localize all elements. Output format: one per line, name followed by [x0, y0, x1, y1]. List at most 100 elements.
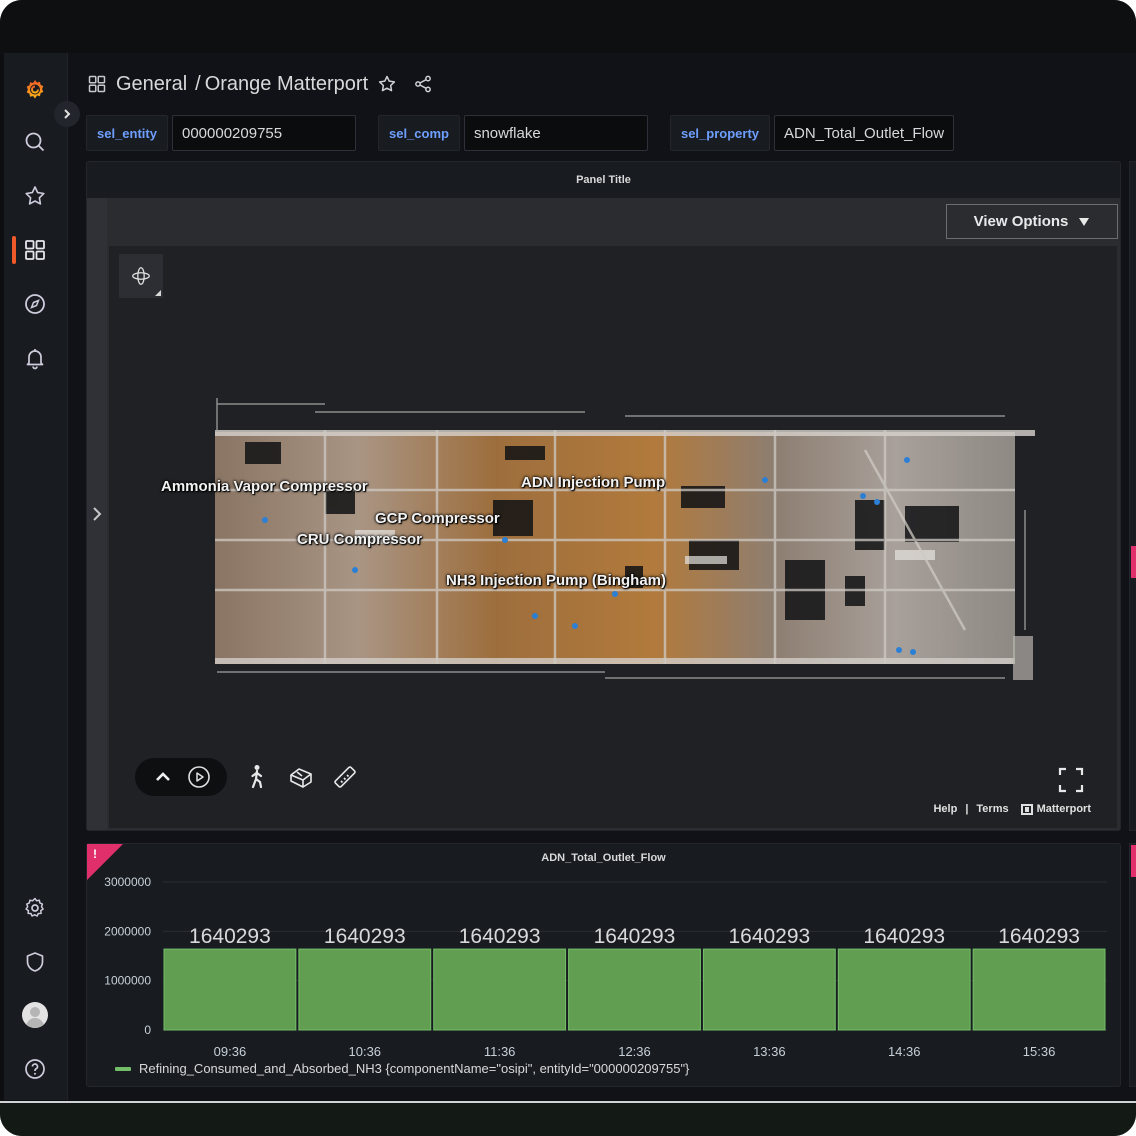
- viewer-controls: [135, 758, 359, 796]
- chevron-right-icon: [61, 108, 73, 120]
- bar-value-label: 1640293: [863, 925, 945, 948]
- 3d-view[interactable]: Ammonia Vapor Compressor ADN Injection P…: [109, 246, 1117, 828]
- var-label-entity: sel_entity: [86, 115, 168, 151]
- bell-icon: [23, 346, 47, 370]
- help-link[interactable]: Help: [933, 803, 957, 815]
- share-icon: [413, 74, 433, 94]
- dashboards-grid-icon: [23, 238, 47, 262]
- tour-controls: [135, 758, 227, 796]
- mattertag-label[interactable]: NH3 Injection Pump (Bingham): [446, 572, 666, 589]
- dollhouse-view-button[interactable]: [287, 763, 315, 791]
- sidebar-item-dashboards[interactable]: [18, 233, 52, 267]
- panel-title[interactable]: Panel Title: [87, 162, 1120, 198]
- star-icon: [377, 74, 397, 94]
- bar: [973, 949, 1105, 1030]
- dashboard-title[interactable]: Orange Matterport: [205, 73, 368, 96]
- view-options-button[interactable]: View Options: [946, 204, 1118, 239]
- adjacent-panel-edge: [1129, 843, 1136, 1087]
- bar: [569, 949, 701, 1030]
- x-tick-label: 10:36: [349, 1044, 382, 1059]
- matterport-logo-icon: [1021, 804, 1033, 815]
- property-select[interactable]: ADN_Total_Outlet_Flow: [774, 115, 954, 151]
- view-options-label: View Options: [974, 213, 1069, 230]
- adjacent-panel-edge: [1129, 161, 1136, 831]
- expand-controls-button[interactable]: [149, 763, 177, 791]
- mattertag-label[interactable]: GCP Compressor: [375, 510, 500, 527]
- var-label-comp: sel_comp: [378, 115, 460, 151]
- bar-chart-panel: ! ADN_Total_Outlet_Flow 0100000020000003…: [86, 843, 1121, 1087]
- var-label-property: sel_property: [670, 115, 770, 151]
- bar-value-label: 1640293: [998, 925, 1080, 948]
- sidebar-item-help[interactable]: [18, 1052, 52, 1086]
- matterport-brand-link[interactable]: Matterport: [1021, 803, 1091, 815]
- bar-chart: 0100000020000003000000164029309:36164029…: [87, 874, 1120, 1064]
- bar-value-label: 1640293: [728, 925, 810, 948]
- user-avatar[interactable]: [22, 1002, 48, 1028]
- x-tick-label: 09:36: [214, 1044, 247, 1059]
- fullscreen-icon[interactable]: [1057, 766, 1085, 794]
- matterport-brand-label: Matterport: [1037, 803, 1091, 815]
- bar: [164, 949, 296, 1030]
- adjacent-panel-error-corner: [1131, 845, 1136, 877]
- matterport-footer: Help | Terms Matterport: [933, 803, 1091, 815]
- x-tick-label: 14:36: [888, 1044, 921, 1059]
- grafana-app: General / Orange Matterport sel_entity 0…: [4, 53, 1136, 1100]
- screen-frame: General / Orange Matterport sel_entity 0…: [0, 0, 1136, 1136]
- y-tick-label: 1000000: [104, 974, 151, 988]
- star-dashboard-button[interactable]: [376, 73, 398, 95]
- bar-value-label: 1640293: [189, 925, 271, 948]
- bar: [434, 949, 566, 1030]
- bottom-strip: [0, 1101, 1136, 1136]
- grafana-logo-icon[interactable]: [18, 73, 52, 107]
- inside-view-button[interactable]: [243, 763, 271, 791]
- panel-title[interactable]: ADN_Total_Outlet_Flow: [87, 852, 1120, 864]
- top-bar: [0, 0, 1136, 53]
- matterport-viewer: View Options: [87, 198, 1120, 830]
- dashboard-header: General / Orange Matterport: [86, 69, 434, 99]
- corner-indicator: [155, 290, 161, 296]
- search-icon: [23, 130, 47, 154]
- x-tick-label: 12:36: [618, 1044, 651, 1059]
- share-dashboard-button[interactable]: [412, 73, 434, 95]
- x-tick-label: 13:36: [753, 1044, 786, 1059]
- sidebar-item-starred[interactable]: [18, 179, 52, 213]
- sidebar-item-explore[interactable]: [18, 287, 52, 321]
- sidebar-item-server-admin[interactable]: [18, 945, 52, 979]
- navigation-mode-button[interactable]: [119, 254, 163, 298]
- play-tour-button[interactable]: [185, 763, 213, 791]
- bar-value-label: 1640293: [459, 925, 541, 948]
- measurement-button[interactable]: [331, 763, 359, 791]
- mattertag-label[interactable]: CRU Compressor: [297, 531, 422, 548]
- bar-value-label: 1640293: [594, 925, 676, 948]
- component-select[interactable]: snowflake: [464, 115, 648, 151]
- matterport-panel: Panel Title View Options: [86, 161, 1121, 831]
- play-icon: [187, 765, 211, 789]
- legend-label[interactable]: Refining_Consumed_and_Absorbed_NH3 {comp…: [139, 1061, 689, 1076]
- caret-down-icon: [1078, 217, 1090, 227]
- chart-legend: Refining_Consumed_and_Absorbed_NH3 {comp…: [115, 1061, 689, 1076]
- sidebar-item-configuration[interactable]: [18, 891, 52, 925]
- gear-icon: [23, 896, 47, 920]
- walking-person-icon: [246, 764, 268, 790]
- terms-link[interactable]: Terms: [976, 803, 1008, 815]
- entity-select[interactable]: 000000209755: [172, 115, 356, 151]
- bar-value-label: 1640293: [324, 925, 406, 948]
- breadcrumb-separator: /: [195, 73, 201, 96]
- dollhouse-icon: [288, 765, 314, 789]
- viewer-toolbar: View Options: [107, 198, 1120, 244]
- chevron-up-icon: [153, 767, 173, 787]
- mattertag-label[interactable]: Ammonia Vapor Compressor: [161, 478, 368, 495]
- y-tick-label: 2000000: [104, 924, 151, 938]
- breadcrumb-folder[interactable]: General: [116, 73, 187, 96]
- mattertag-label[interactable]: ADN Injection Pump: [521, 474, 665, 491]
- shield-icon: [23, 950, 47, 974]
- x-tick-label: 15:36: [1023, 1044, 1056, 1059]
- sidebar-item-alerting[interactable]: [18, 341, 52, 375]
- open-sidebar-handle[interactable]: [87, 198, 107, 830]
- chevron-right-icon: [91, 505, 103, 523]
- legend-swatch: [115, 1067, 131, 1071]
- expand-sidebar-button[interactable]: [54, 101, 80, 127]
- sidebar-item-search[interactable]: [18, 125, 52, 159]
- footer-separator: |: [965, 803, 968, 815]
- y-tick-label: 0: [144, 1023, 151, 1037]
